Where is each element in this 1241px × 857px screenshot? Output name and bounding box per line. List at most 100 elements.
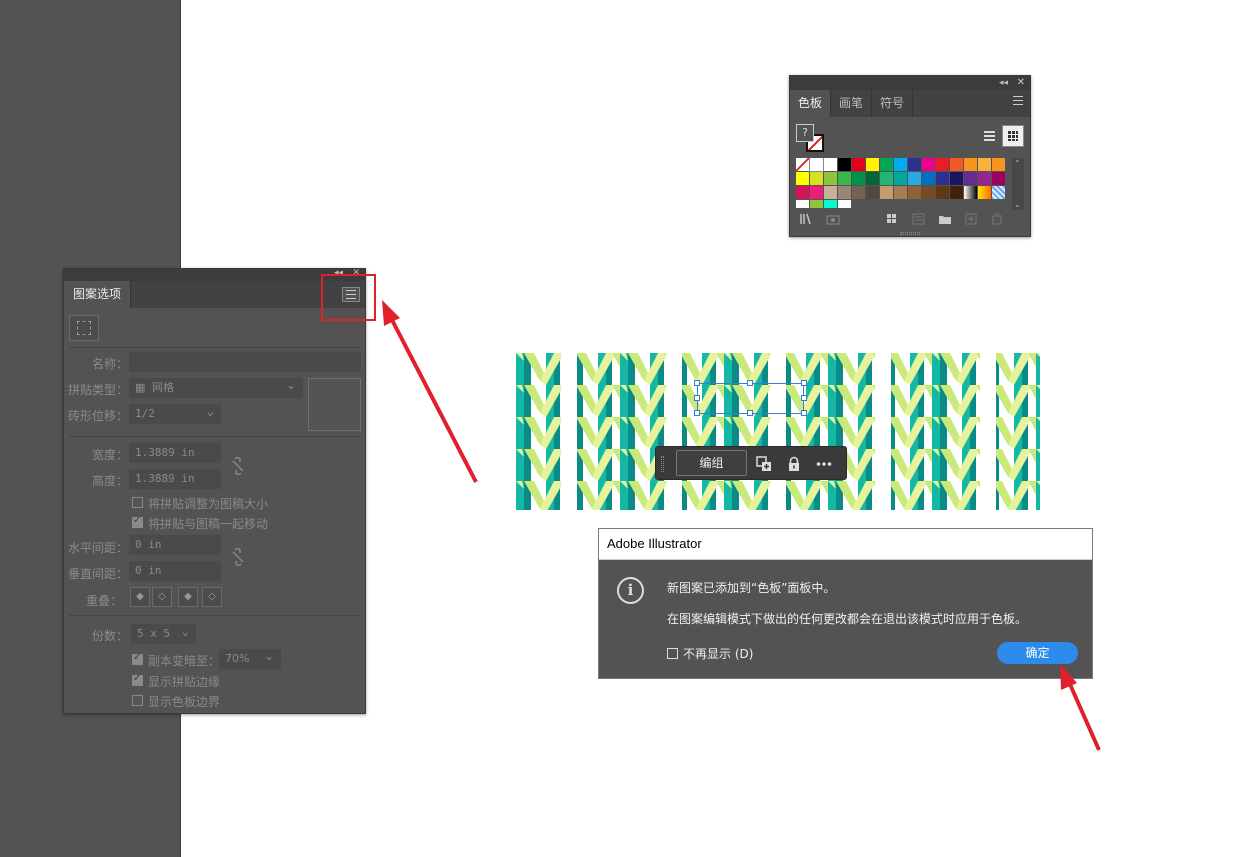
swatch[interactable] [810, 172, 823, 185]
close-icon[interactable]: ✕ [1017, 76, 1025, 90]
swatch[interactable] [880, 186, 893, 199]
swatch[interactable] [964, 158, 977, 171]
pattern-tile-tool-button[interactable] [69, 315, 99, 341]
swatch[interactable] [922, 158, 935, 171]
swatch[interactable] [936, 186, 949, 199]
swatch[interactable] [796, 172, 809, 185]
swatch[interactable] [908, 186, 921, 199]
swatch[interactable] [810, 200, 823, 208]
list-view-icon[interactable] [978, 125, 1000, 147]
swatch[interactable] [880, 172, 893, 185]
overlap-bottom-front-icon[interactable]: ◇ [202, 587, 222, 607]
lock-icon[interactable] [786, 456, 802, 472]
swatch[interactable] [894, 186, 907, 199]
swatch[interactable] [978, 186, 991, 199]
swatches-panel-titlebar[interactable]: ◂◂ ✕ [790, 76, 1030, 90]
none-swatch[interactable] [796, 158, 809, 171]
unlink-proportions-icon[interactable] [231, 457, 245, 475]
drag-grip-icon[interactable] [661, 456, 664, 472]
overlap-right-front-icon[interactable]: ◇ [152, 587, 172, 607]
swatch[interactable] [838, 172, 851, 185]
tab-swatches[interactable]: 色板 [790, 90, 832, 117]
swatch[interactable] [894, 172, 907, 185]
selection-handle[interactable] [801, 410, 807, 416]
swatch[interactable] [964, 172, 977, 185]
new-color-group-icon[interactable] [886, 213, 900, 225]
grid-view-icon[interactable] [1002, 125, 1024, 147]
swatch[interactable] [866, 186, 879, 199]
ok-button[interactable]: 确定 [997, 642, 1078, 664]
swatch[interactable] [978, 158, 991, 171]
fill-stroke-indicator[interactable]: ? [796, 124, 826, 154]
selection-handle[interactable] [694, 380, 700, 386]
move-tile-with-art-checkbox[interactable] [132, 515, 143, 528]
pattern-artwork[interactable] [516, 353, 1040, 510]
swatch[interactable] [978, 172, 991, 185]
swatch[interactable] [824, 172, 837, 185]
show-swatch-bounds-checkbox[interactable] [132, 695, 143, 706]
show-kinds-icon[interactable] [826, 213, 840, 225]
swatch[interactable] [936, 172, 949, 185]
swatch[interactable] [922, 186, 935, 199]
library-icon[interactable] [800, 213, 814, 225]
swatch[interactable] [796, 200, 809, 208]
swatch[interactable] [922, 172, 935, 185]
swatch[interactable] [852, 158, 865, 171]
fill-swatch[interactable]: ? [796, 124, 814, 142]
swatch[interactable] [964, 186, 977, 199]
swatch[interactable] [810, 186, 823, 199]
swatch[interactable] [838, 158, 851, 171]
swatch[interactable] [796, 186, 809, 199]
swatch[interactable] [852, 186, 865, 199]
new-swatch-icon[interactable] [965, 213, 979, 225]
dont-show-again-checkbox[interactable]: 不再显示 (D) [667, 645, 753, 662]
selection-handle[interactable] [694, 395, 700, 401]
swatch[interactable] [824, 200, 837, 208]
swatch[interactable] [908, 172, 921, 185]
swatch[interactable] [852, 172, 865, 185]
swatch[interactable] [950, 186, 963, 199]
tile-type-select[interactable]: ▦ 网格 [129, 376, 303, 398]
swatch[interactable] [824, 186, 837, 199]
duplicate-icon[interactable] [756, 456, 772, 472]
checkbox-box[interactable] [667, 648, 678, 659]
folder-icon[interactable] [938, 213, 952, 225]
swatch[interactable] [880, 158, 893, 171]
v-spacing-field[interactable]: 0 in [129, 561, 221, 581]
swatch[interactable] [992, 186, 1005, 199]
overlap-top-front-icon[interactable]: ◆ [178, 587, 198, 607]
swatch[interactable] [838, 200, 851, 208]
show-tile-edge-checkbox[interactable] [132, 673, 143, 686]
overlap-left-front-icon[interactable]: ◆ [130, 587, 150, 607]
selection-handle[interactable] [801, 380, 807, 386]
swatch[interactable] [866, 158, 879, 171]
height-field[interactable]: 1.3889 in [129, 469, 221, 489]
more-options-icon[interactable] [816, 456, 832, 472]
selection-handle[interactable] [747, 380, 753, 386]
pattern-panel-titlebar[interactable]: ◂◂ ✕ [64, 268, 365, 281]
swatch[interactable] [992, 172, 1005, 185]
collapse-icon[interactable]: ◂◂ [999, 76, 1008, 90]
panel-menu-icon[interactable] [1013, 96, 1025, 108]
group-button[interactable]: 编组 [676, 450, 747, 476]
dim-copies-select[interactable]: 70% [219, 647, 281, 669]
scroll-up-icon[interactable]: ⌃ [1014, 159, 1021, 168]
swatch[interactable] [950, 172, 963, 185]
swatch[interactable] [908, 158, 921, 171]
brick-offset-select[interactable]: 1/2 [129, 402, 221, 424]
registration-swatch[interactable] [809, 158, 824, 172]
swatch[interactable] [894, 158, 907, 171]
swatch-scrollbar[interactable]: ⌃ ⌄ [1012, 158, 1024, 210]
tab-pattern-options[interactable]: 图案选项 [64, 281, 132, 308]
selection-handle[interactable] [801, 395, 807, 401]
h-spacing-field[interactable]: 0 in [129, 535, 221, 555]
swatch[interactable] [866, 172, 879, 185]
resize-grip-icon[interactable] [900, 232, 920, 235]
swatch[interactable] [838, 186, 851, 199]
swatch[interactable] [950, 158, 963, 171]
copies-select[interactable]: 5 x 5 [131, 622, 196, 644]
dialog-title[interactable]: Adobe Illustrator [599, 529, 1092, 560]
selection-handle[interactable] [694, 410, 700, 416]
scroll-down-icon[interactable]: ⌄ [1014, 200, 1021, 209]
unlink-spacing-icon[interactable] [231, 548, 245, 566]
